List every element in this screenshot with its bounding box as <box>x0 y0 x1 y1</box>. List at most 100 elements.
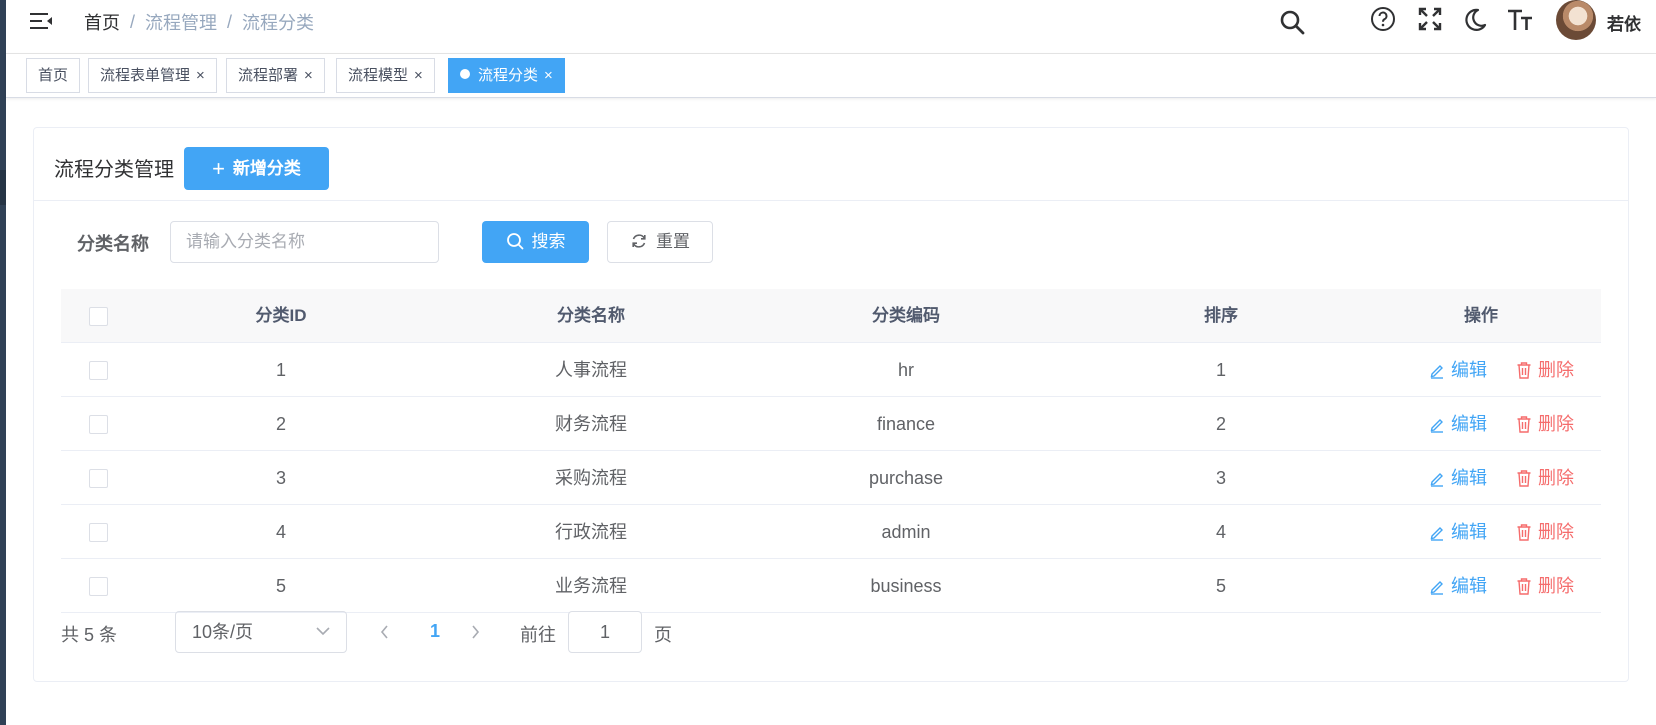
edit-button[interactable]: 编辑 <box>1429 505 1487 559</box>
page-title: 流程分类管理 <box>54 159 174 181</box>
tag-flow-model[interactable]: 流程模型 × <box>336 58 435 93</box>
delete-label: 删除 <box>1538 360 1574 380</box>
breadcrumb-home[interactable]: 首页 <box>84 9 120 35</box>
edit-label: 编辑 <box>1451 360 1487 380</box>
add-category-button[interactable]: + 新增分类 <box>184 147 329 190</box>
tag-label: 流程分类 <box>478 67 539 84</box>
edit-button[interactable]: 编辑 <box>1429 397 1487 451</box>
current-page[interactable]: 1 <box>430 621 440 642</box>
tag-label: 首页 <box>38 67 69 84</box>
table-row: 3 采购流程 purchase 3 编辑 删除 <box>61 451 1601 505</box>
delete-icon <box>1517 416 1531 433</box>
row-checkbox[interactable] <box>89 361 108 380</box>
edit-icon <box>1430 365 1443 379</box>
category-name: 行政流程 <box>555 522 627 542</box>
reset-button[interactable]: 重置 <box>607 221 713 263</box>
sidebar-edge <box>0 0 6 725</box>
breadcrumb-separator: / <box>130 11 136 32</box>
edit-icon <box>1430 473 1443 487</box>
category-id: 1 <box>275 360 286 380</box>
delete-icon <box>1517 524 1531 541</box>
avatar[interactable] <box>1556 0 1596 40</box>
delete-button[interactable]: 删除 <box>1516 343 1574 397</box>
category-name-input[interactable] <box>170 221 439 263</box>
edit-label: 编辑 <box>1451 414 1487 434</box>
category-card: 流程分类管理 + 新增分类 分类名称 搜索 重置 分类ID 分类名称 分类编码 排… <box>33 127 1629 682</box>
edit-icon <box>1430 527 1443 541</box>
delete-label: 删除 <box>1538 468 1574 488</box>
category-sort: 1 <box>1215 360 1226 380</box>
tag-label: 流程部署 <box>238 67 299 84</box>
close-icon[interactable]: × <box>414 59 423 92</box>
page-jumper-input[interactable] <box>568 611 642 653</box>
category-code: purchase <box>868 468 944 488</box>
plus-icon: + <box>212 156 225 181</box>
row-checkbox[interactable] <box>89 469 108 488</box>
tag-label: 流程表单管理 <box>100 67 191 84</box>
category-name: 人事流程 <box>555 360 627 380</box>
category-sort: 3 <box>1215 468 1226 488</box>
row-checkbox[interactable] <box>89 523 108 542</box>
goto-label: 前往 <box>520 625 556 645</box>
pagination: 共 5 条 10条/页 1 前往 页 <box>61 611 861 653</box>
edit-icon <box>1430 581 1443 595</box>
delete-button[interactable]: 删除 <box>1516 505 1574 559</box>
category-code: admin <box>881 522 931 542</box>
active-dot-icon <box>460 69 470 79</box>
page-size-select[interactable]: 10条/页 <box>175 611 347 653</box>
fullscreen-icon[interactable] <box>1416 5 1444 33</box>
category-sort: 2 <box>1215 414 1226 434</box>
tag-flow-deploy[interactable]: 流程部署 × <box>226 58 325 93</box>
close-icon[interactable]: × <box>544 59 553 92</box>
delete-label: 删除 <box>1538 576 1574 596</box>
username[interactable]: 若依 <box>1607 10 1641 35</box>
close-icon[interactable]: × <box>304 59 313 92</box>
search-icon[interactable] <box>1278 8 1306 36</box>
delete-icon <box>1517 470 1531 487</box>
column-header: 分类编码 <box>872 306 940 325</box>
search-button[interactable]: 搜索 <box>482 221 589 263</box>
breadcrumb-item: 流程分类 <box>242 13 315 33</box>
category-name: 业务流程 <box>555 576 627 596</box>
tag-home[interactable]: 首页 <box>26 58 81 93</box>
font-size-icon[interactable] <box>1506 5 1534 33</box>
breadcrumb: 首页 / 流程管理 / 流程分类 <box>84 9 314 35</box>
category-code: hr <box>897 360 914 380</box>
edit-button[interactable]: 编辑 <box>1429 451 1487 505</box>
delete-label: 删除 <box>1538 522 1574 542</box>
category-code: finance <box>876 414 936 434</box>
tags-view: 首页 流程表单管理 × 流程部署 × 流程模型 × 流程分类 × <box>6 54 1656 98</box>
close-icon[interactable]: × <box>196 59 205 92</box>
table-row: 4 行政流程 admin 4 编辑 删除 <box>61 505 1601 559</box>
tag-flow-category[interactable]: 流程分类 × <box>448 58 565 93</box>
select-all-checkbox[interactable] <box>89 307 108 326</box>
total-count: 共 5 条 <box>61 625 118 645</box>
card-header: 流程分类管理 + 新增分类 <box>34 128 1628 201</box>
category-id: 4 <box>275 522 286 542</box>
category-code: business <box>870 576 942 596</box>
edit-button[interactable]: 编辑 <box>1429 559 1487 613</box>
dark-mode-icon[interactable] <box>1461 6 1489 34</box>
table-row: 2 财务流程 finance 2 编辑 删除 <box>61 397 1601 451</box>
search-button-label: 搜索 <box>531 232 566 251</box>
delete-button[interactable]: 删除 <box>1516 451 1574 505</box>
chevron-right-icon[interactable] <box>469 624 481 640</box>
category-id: 2 <box>275 414 286 434</box>
category-id: 5 <box>275 576 286 596</box>
row-checkbox[interactable] <box>89 577 108 596</box>
breadcrumb-separator: / <box>227 11 233 32</box>
row-checkbox[interactable] <box>89 415 108 434</box>
reset-button-label: 重置 <box>656 232 690 251</box>
category-sort: 5 <box>1215 576 1226 596</box>
category-name: 采购流程 <box>555 468 627 488</box>
edit-icon <box>1430 419 1443 433</box>
table-row: 5 业务流程 business 5 编辑 删除 <box>61 559 1601 613</box>
table-header: 分类ID 分类名称 分类编码 排序 操作 <box>61 289 1601 343</box>
hamburger-icon[interactable] <box>28 8 54 34</box>
help-icon[interactable] <box>1369 5 1397 33</box>
delete-button[interactable]: 删除 <box>1516 397 1574 451</box>
edit-button[interactable]: 编辑 <box>1429 343 1487 397</box>
chevron-left-icon[interactable] <box>379 624 391 640</box>
tag-flow-form[interactable]: 流程表单管理 × <box>88 58 217 93</box>
delete-button[interactable]: 删除 <box>1516 559 1574 613</box>
